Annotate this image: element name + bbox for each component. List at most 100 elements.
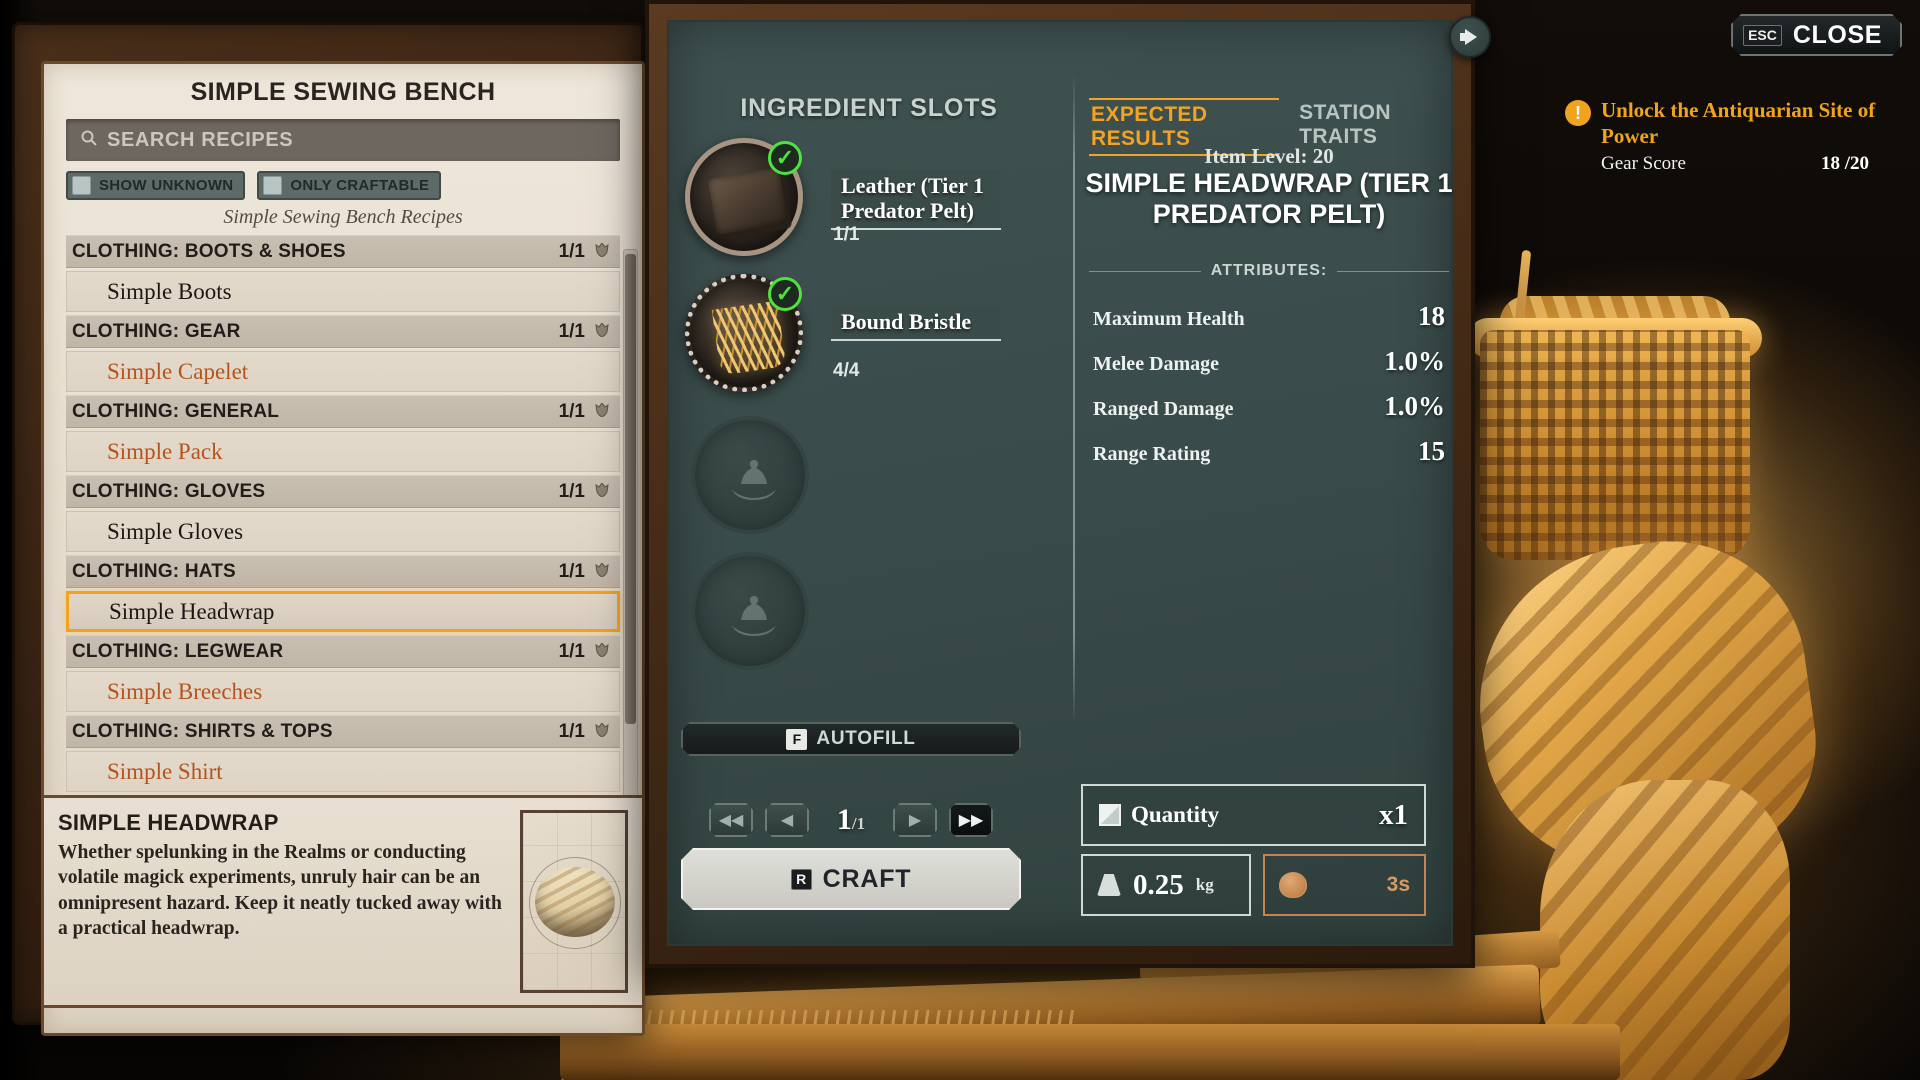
station-title: SIMPLE SEWING BENCH [190,78,496,106]
recipe-item-row[interactable]: Simple Shirt [66,751,620,792]
ingredient-slot-4-disc[interactable] [691,552,809,670]
recipe-category-count: 1/1 [558,480,585,502]
recipe-category-row[interactable]: CLOTHING: HATS 1/1 [66,555,620,588]
recipe-item-row[interactable]: Simple Gloves [66,511,620,552]
attribute-row: Ranged Damage 1.0% [1089,384,1449,429]
panel-divider [1073,74,1075,724]
stepper-last-button[interactable]: ▶▶ [949,803,993,837]
craft-quantity-stepper: ◀◀ ◀ 1/1 ▶ ▶▶ [681,800,1021,840]
recipe-list-scrollbar[interactable] [623,249,638,809]
attributes-rule-right [1337,270,1449,272]
ingredient-slot-2-name: Bound Bristle [841,309,972,334]
recipe-category-row[interactable]: CLOTHING: GEAR 1/1 [66,315,620,348]
attribute-value: 1.0% [1384,391,1445,421]
close-button[interactable]: ESC CLOSE [1731,14,1902,56]
attribute-name: Range Rating [1093,443,1211,465]
recipe-category-name: CLOTHING: HATS [72,560,236,582]
stepper-prev-button[interactable]: ◀ [765,803,809,837]
stepper-first-button[interactable]: ◀◀ [709,803,753,837]
checkbox-only-craftable[interactable] [263,176,283,195]
craft-keycap: R [791,869,812,890]
quantity-value: x1 [1379,798,1408,831]
crown-icon [595,482,609,497]
filter-show-unknown[interactable]: SHOW UNKNOWN [66,171,246,200]
search-placeholder: SEARCH RECIPES [107,128,294,151]
recipe-category-row[interactable]: CLOTHING: LEGWEAR 1/1 [66,635,620,668]
recipe-item-row[interactable]: Simple Capelet [66,351,620,392]
recipe-category-count: 1/1 [558,640,585,662]
recipe-category-count: 1/1 [558,560,585,582]
attribute-value: 15 [1418,436,1445,466]
attribute-value: 18 [1418,301,1445,331]
recipe-category-name: CLOTHING: SHIRTS & TOPS [72,720,333,742]
recipe-category-name: CLOTHING: LEGWEAR [72,640,284,662]
empty-slot-icon [732,460,776,500]
recipe-item-row[interactable]: Simple Pack [66,431,620,472]
recipe-thumbnail [520,810,628,993]
stepper-current: 1 [836,803,852,836]
cube-icon [1099,804,1121,826]
recipe-book-panel: SIMPLE SEWING BENCH SEARCH RECIPES SHOW … [12,22,645,1036]
attribute-row: Melee Damage 1.0% [1089,339,1449,384]
basket-rim [1468,318,1762,358]
autofill-label: AUTOFILL [816,728,916,749]
recipe-category-meta: 1/1 [559,481,610,503]
recipe-category-row[interactable]: CLOTHING: BOOTS & SHOES 1/1 [66,235,620,268]
description-title: SIMPLE HEADWRAP [58,810,279,835]
quest-objective-value: 18 /20 [1820,153,1869,175]
recipe-item-row[interactable]: Simple Breeches [66,671,620,712]
description-text-block: SIMPLE HEADWRAP Whether spelunking in th… [58,810,520,993]
attributes-header-label: ATTRIBUTES: [1210,262,1328,279]
escape-keycap: ESC [1743,25,1782,46]
recipe-category-row[interactable]: CLOTHING: SHIRTS & TOPS 1/1 [66,715,620,748]
ingredient-slot-2-disc[interactable]: ✓ [685,274,803,392]
search-input[interactable]: SEARCH RECIPES [66,119,620,161]
recipe-category-name: CLOTHING: GENERAL [72,400,280,422]
crown-icon [595,722,609,737]
stick-prop [1509,249,1532,371]
empty-slot-icon [732,596,776,636]
attribute-name: Ranged Damage [1093,398,1234,420]
recipe-category-row[interactable]: CLOTHING: GLOVES 1/1 [66,475,620,508]
attributes-header: ATTRIBUTES: [1089,262,1449,280]
filter-only-craftable-label: ONLY CRAFTABLE [290,177,430,194]
close-label: CLOSE [1792,20,1882,49]
recipe-category-row[interactable]: CLOTHING: GENERAL 1/1 [66,395,620,428]
quantity-label: Quantity [1131,802,1220,827]
scrollbar-thumb[interactable] [625,254,636,724]
craft-button[interactable]: R CRAFT [681,848,1021,910]
checkbox-show-unknown[interactable] [72,176,91,195]
attribute-value: 1.0% [1384,346,1445,376]
attributes-list: Maximum Health 18 Melee Damage 1.0% Ranged D… [1089,294,1449,474]
recipe-category-count: 1/1 [558,320,585,342]
wrapped-bundle-lower [1540,780,1790,1080]
filter-only-craftable[interactable]: ONLY CRAFTABLE [257,171,442,200]
filter-row: SHOW UNKNOWN ONLY CRAFTABLE [66,171,620,200]
recipe-item-row[interactable]: Simple Boots [66,271,620,312]
crown-icon [595,402,609,417]
recipe-category-meta: 1/1 [559,241,610,263]
filter-show-unknown-label: SHOW UNKNOWN [99,177,234,194]
quantity-box[interactable]: Quantity x1 [1081,784,1426,846]
recipe-list: CLOTHING: BOOTS & SHOES 1/1 Simple Boots CL… [66,235,620,792]
audio-toggle-button[interactable] [1449,16,1491,58]
stepper-max: /1 [851,814,866,833]
recipe-category-count: 1/1 [558,240,585,262]
description-body: Whether spelunking in the Realms or cond… [58,842,502,940]
result-item-name: SIMPLE HEADWRAP (TIER 1 PREDATOR PELT) [1085,168,1453,229]
weight-value: 0.25 [1133,868,1184,901]
crafting-window-body: INGREDIENT SLOTS ✓ Leather (Tier 1 Preda… [667,20,1453,946]
search-icon [80,129,98,152]
recipe-item-row-selected[interactable]: Simple Headwrap [66,591,620,632]
ingredient-slot-1-disc[interactable]: ✓ [685,138,803,256]
basket-contents [1500,296,1730,348]
recipe-book-header: SIMPLE SEWING BENCH SEARCH RECIPES SHOW … [44,64,642,235]
recipe-category-meta: 1/1 [559,321,610,343]
weight-unit: kg [1195,875,1214,894]
stepper-next-button[interactable]: ▶ [893,803,937,837]
quest-title-row: ! Unlock the Antiquarian Site of Power [1565,98,1905,149]
weight-box: 0.25 kg [1081,854,1251,916]
autofill-button[interactable]: F AUTOFILL [681,722,1021,756]
check-icon: ✓ [768,141,802,175]
ingredient-slot-3-disc[interactable] [691,416,809,534]
